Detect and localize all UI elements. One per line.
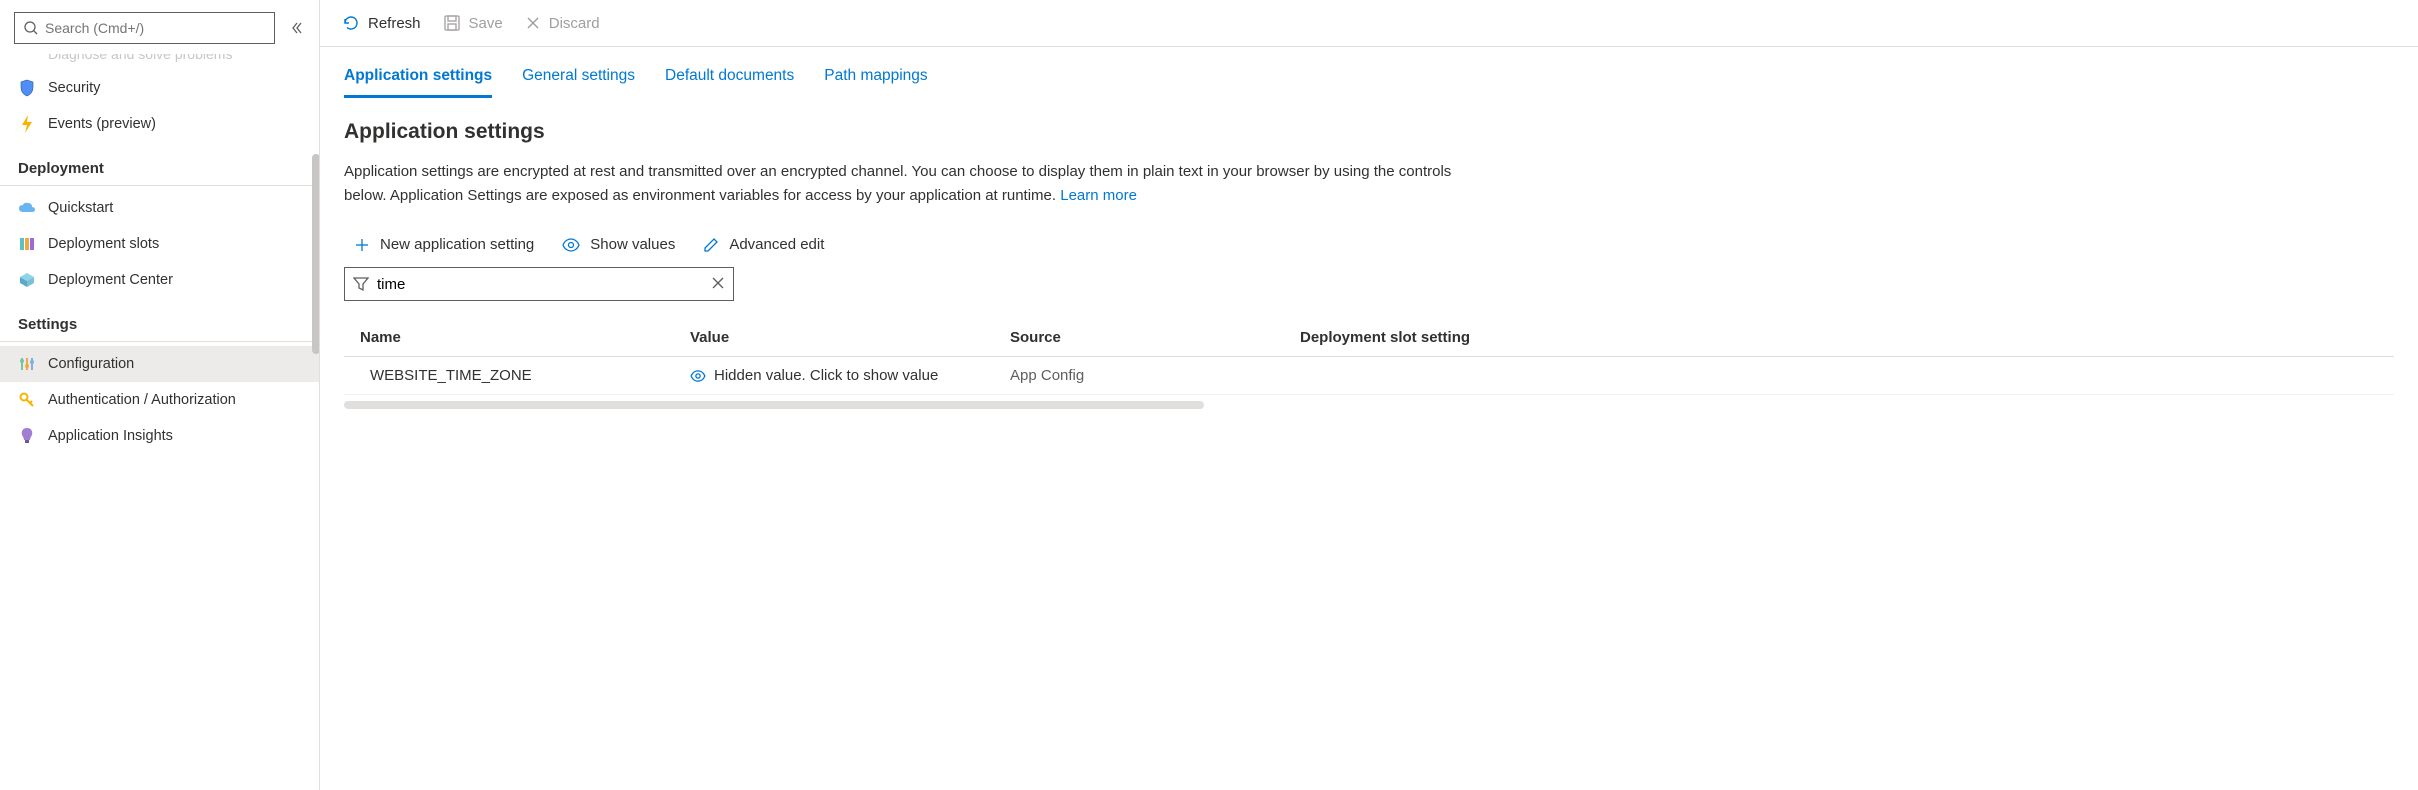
refresh-button[interactable]: Refresh xyxy=(342,14,421,32)
learn-more-link[interactable]: Learn more xyxy=(1060,187,1137,204)
main-content: Refresh Save Discard Application setting… xyxy=(320,0,2418,790)
discard-label: Discard xyxy=(549,15,600,32)
settings-table: Name Value Source Deployment slot settin… xyxy=(344,319,2394,409)
col-header-value[interactable]: Value xyxy=(690,329,1010,346)
tab-path-mappings[interactable]: Path mappings xyxy=(824,67,927,98)
search-row xyxy=(0,0,319,54)
sidebar-item-authentication[interactable]: Authentication / Authorization xyxy=(0,382,319,418)
sidebar-item-deployment-center[interactable]: Deployment Center xyxy=(0,262,319,298)
refresh-label: Refresh xyxy=(368,15,421,32)
sidebar-scroll[interactable]: Diagnose and solve problems Security Eve… xyxy=(0,54,319,790)
filter-box[interactable] xyxy=(344,267,734,301)
horizontal-scrollbar[interactable] xyxy=(344,401,1204,409)
slots-icon xyxy=(18,235,36,253)
cell-source: App Config xyxy=(1010,367,1300,384)
filter-input[interactable] xyxy=(369,276,711,293)
action-label: New application setting xyxy=(380,236,534,253)
save-label: Save xyxy=(469,15,503,32)
tab-default-documents[interactable]: Default documents xyxy=(665,67,794,98)
discard-button: Discard xyxy=(525,15,600,32)
save-button: Save xyxy=(443,14,503,32)
sidebar-item-label: Security xyxy=(48,80,100,96)
sidebar-item-deployment-slots[interactable]: Deployment slots xyxy=(0,226,319,262)
chevron-double-left-icon xyxy=(289,20,305,36)
advanced-edit-button[interactable]: Advanced edit xyxy=(703,236,824,253)
search-input[interactable] xyxy=(39,20,266,36)
plus-icon xyxy=(354,237,370,253)
filter-clear-button[interactable] xyxy=(711,276,725,293)
scrollbar-thumb[interactable] xyxy=(312,154,319,354)
sidebar-item-label: Authentication / Authorization xyxy=(48,392,236,408)
sidebar-group-deployment: Deployment xyxy=(0,142,319,186)
tab-general-settings[interactable]: General settings xyxy=(522,67,635,98)
tab-application-settings[interactable]: Application settings xyxy=(344,67,492,98)
cloud-icon xyxy=(18,199,36,217)
shield-icon xyxy=(18,79,36,97)
close-icon xyxy=(711,276,725,290)
section-description: Application settings are encrypted at re… xyxy=(344,160,1484,208)
show-values-button[interactable]: Show values xyxy=(562,236,675,253)
key-icon xyxy=(18,391,36,409)
filter-icon xyxy=(353,276,369,292)
action-row: New application setting Show values Adva… xyxy=(344,236,2394,253)
description-text: Application settings are encrypted at re… xyxy=(344,163,1451,204)
col-header-slot[interactable]: Deployment slot setting xyxy=(1300,329,2378,346)
search-icon xyxy=(23,20,39,36)
cell-name[interactable]: WEBSITE_TIME_ZONE xyxy=(360,367,690,384)
table-row[interactable]: WEBSITE_TIME_ZONE Hidden value. Click to… xyxy=(344,357,2394,395)
lightbulb-icon xyxy=(18,427,36,445)
sidebar-item-quickstart[interactable]: Quickstart xyxy=(0,190,319,226)
sidebar-item-label: Application Insights xyxy=(48,428,173,444)
sidebar-item-label: Configuration xyxy=(48,356,134,372)
pencil-icon xyxy=(703,237,719,253)
collapse-sidebar-button[interactable] xyxy=(289,20,305,36)
eye-icon xyxy=(562,238,580,252)
sidebar-item-label: Deployment slots xyxy=(48,236,159,252)
action-label: Show values xyxy=(590,236,675,253)
toolbar: Refresh Save Discard xyxy=(320,0,2418,47)
save-icon xyxy=(443,14,461,32)
col-header-name[interactable]: Name xyxy=(360,329,690,346)
table-header: Name Value Source Deployment slot settin… xyxy=(344,319,2394,357)
action-label: Advanced edit xyxy=(729,236,824,253)
sidebar-item-partial[interactable]: Diagnose and solve problems xyxy=(0,54,319,70)
sidebar-item-configuration[interactable]: Configuration xyxy=(0,346,319,382)
sidebar-item-security[interactable]: Security xyxy=(0,70,319,106)
search-box[interactable] xyxy=(14,12,275,44)
sidebar-item-label: Events (preview) xyxy=(48,116,156,132)
sliders-icon xyxy=(18,355,36,373)
cell-value[interactable]: Hidden value. Click to show value xyxy=(690,367,1010,384)
sidebar: Diagnose and solve problems Security Eve… xyxy=(0,0,320,790)
close-icon xyxy=(525,15,541,31)
sidebar-item-label: Deployment Center xyxy=(48,272,173,288)
box-icon xyxy=(18,271,36,289)
tabs: Application settings General settings De… xyxy=(344,67,2394,98)
lightning-icon xyxy=(18,115,36,133)
sidebar-item-events[interactable]: Events (preview) xyxy=(0,106,319,142)
sidebar-item-application-insights[interactable]: Application Insights xyxy=(0,418,319,454)
hidden-value-text: Hidden value. Click to show value xyxy=(714,367,938,384)
sidebar-group-settings: Settings xyxy=(0,298,319,342)
new-application-setting-button[interactable]: New application setting xyxy=(354,236,534,253)
col-header-source[interactable]: Source xyxy=(1010,329,1300,346)
section-title: Application settings xyxy=(344,120,2394,144)
eye-icon xyxy=(690,370,706,382)
refresh-icon xyxy=(342,14,360,32)
sidebar-item-label: Quickstart xyxy=(48,200,113,216)
content-area: Application settings General settings De… xyxy=(320,47,2418,790)
